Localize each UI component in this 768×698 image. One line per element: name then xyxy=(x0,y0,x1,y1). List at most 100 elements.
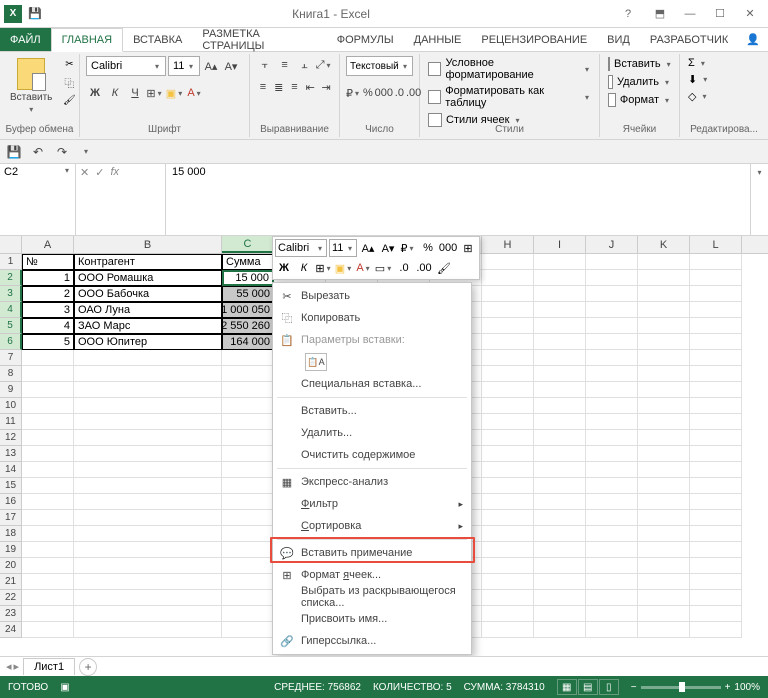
cell[interactable] xyxy=(482,318,534,334)
row-header[interactable]: 12 xyxy=(0,430,22,446)
cell[interactable] xyxy=(74,622,222,638)
cell[interactable] xyxy=(22,510,74,526)
bold-button[interactable]: Ж xyxy=(86,84,104,102)
cell[interactable] xyxy=(534,254,586,270)
cell[interactable] xyxy=(22,526,74,542)
view-page-layout-icon[interactable]: ▤ xyxy=(578,679,598,695)
cell[interactable] xyxy=(22,542,74,558)
cell[interactable] xyxy=(690,382,742,398)
minimize-icon[interactable]: — xyxy=(676,5,704,23)
cell[interactable] xyxy=(22,350,74,366)
cell[interactable] xyxy=(534,510,586,526)
cell[interactable] xyxy=(222,510,274,526)
row-header[interactable]: 7 xyxy=(0,350,22,366)
cell[interactable] xyxy=(222,526,274,542)
font-color-icon[interactable]: A▾ xyxy=(186,84,204,102)
cell[interactable] xyxy=(638,270,690,286)
cell[interactable] xyxy=(690,318,742,334)
cell[interactable] xyxy=(222,366,274,382)
cell[interactable] xyxy=(222,622,274,638)
cell[interactable] xyxy=(586,590,638,606)
tab-view[interactable]: ВИД xyxy=(597,28,640,51)
font-size-select[interactable]: 11▾ xyxy=(168,56,200,76)
ctx-cut[interactable]: ✂Вырезать xyxy=(273,285,471,307)
tab-home[interactable]: ГЛАВНАЯ xyxy=(51,28,123,52)
cell[interactable] xyxy=(222,590,274,606)
cut-icon[interactable]: ✂ xyxy=(60,56,78,72)
cell[interactable]: 3 xyxy=(22,302,74,318)
format-cells-button[interactable]: Формат▾ xyxy=(606,92,673,108)
row-header[interactable]: 24 xyxy=(0,622,22,638)
cell[interactable] xyxy=(690,446,742,462)
col-header-J[interactable]: J xyxy=(586,236,638,253)
cell[interactable] xyxy=(534,350,586,366)
fill-color-icon[interactable]: ▣▾ xyxy=(166,84,184,102)
mini-bold-button[interactable]: Ж xyxy=(275,259,293,277)
cell[interactable]: ООО Юпитер xyxy=(74,334,222,350)
zoom-slider[interactable] xyxy=(641,686,721,689)
zoom-out-button[interactable]: − xyxy=(631,682,637,693)
cell[interactable] xyxy=(638,622,690,638)
cell[interactable] xyxy=(22,414,74,430)
mini-italic-button[interactable]: К xyxy=(295,259,313,277)
cell[interactable] xyxy=(74,414,222,430)
font-name-select[interactable]: Calibri▾ xyxy=(86,56,166,76)
row-header[interactable]: 5 xyxy=(0,318,22,334)
row-header[interactable]: 15 xyxy=(0,478,22,494)
cell[interactable] xyxy=(586,382,638,398)
cell[interactable] xyxy=(586,286,638,302)
mini-dec-decimal-icon[interactable]: .0 xyxy=(395,259,413,277)
ctx-filter[interactable]: Фильтр▸ xyxy=(273,493,471,515)
cell[interactable] xyxy=(534,558,586,574)
cell[interactable] xyxy=(586,542,638,558)
row-header[interactable]: 13 xyxy=(0,446,22,462)
cell[interactable] xyxy=(222,446,274,462)
cell[interactable] xyxy=(586,478,638,494)
row-header[interactable]: 23 xyxy=(0,606,22,622)
cell[interactable] xyxy=(534,286,586,302)
cell[interactable] xyxy=(482,606,534,622)
cell[interactable] xyxy=(690,334,742,350)
mini-format-painter-icon[interactable]: 🖌 xyxy=(435,259,453,277)
row-header[interactable]: 10 xyxy=(0,398,22,414)
cell[interactable] xyxy=(690,254,742,270)
indent-dec-icon[interactable]: ⇤ xyxy=(303,78,317,96)
cell[interactable] xyxy=(690,494,742,510)
tab-file[interactable]: ФАЙЛ xyxy=(0,28,51,51)
col-header-A[interactable]: A xyxy=(22,236,74,253)
view-page-break-icon[interactable]: ▯ xyxy=(599,679,619,695)
worksheet-grid[interactable]: ABCDEFGHIJKL 123456789101112131415161718… xyxy=(0,236,768,656)
cell[interactable] xyxy=(482,366,534,382)
mini-font-color-icon[interactable]: A▾ xyxy=(355,259,373,277)
cell[interactable] xyxy=(222,494,274,510)
cell[interactable] xyxy=(586,366,638,382)
cell[interactable] xyxy=(74,542,222,558)
zoom-level[interactable]: 100% xyxy=(734,682,760,693)
cell[interactable] xyxy=(586,334,638,350)
ctx-define-name[interactable]: Присвоить имя... xyxy=(273,608,471,630)
cell[interactable] xyxy=(690,542,742,558)
qat-undo-button[interactable]: ↶ xyxy=(28,142,48,162)
cell[interactable]: Сумма xyxy=(222,254,274,270)
mini-inc-decimal-icon[interactable]: .00 xyxy=(415,259,433,277)
cell[interactable] xyxy=(74,494,222,510)
format-as-table-button[interactable]: Форматировать как таблицу▾ xyxy=(426,84,593,110)
insert-cells-button[interactable]: Вставить▾ xyxy=(606,56,673,72)
cell[interactable] xyxy=(638,574,690,590)
cell[interactable] xyxy=(534,414,586,430)
cell[interactable] xyxy=(74,574,222,590)
cell[interactable] xyxy=(482,478,534,494)
cell[interactable] xyxy=(534,622,586,638)
row-header[interactable]: 1 xyxy=(0,254,22,270)
cell[interactable]: Контрагент xyxy=(74,254,222,270)
cell[interactable]: 164 000 xyxy=(222,334,274,350)
cell[interactable] xyxy=(586,398,638,414)
cell[interactable] xyxy=(586,430,638,446)
cell[interactable] xyxy=(22,446,74,462)
cell[interactable] xyxy=(74,510,222,526)
cell[interactable] xyxy=(690,270,742,286)
autosum-button[interactable]: Σ▾ xyxy=(686,56,762,70)
cell[interactable] xyxy=(690,510,742,526)
cell[interactable] xyxy=(222,462,274,478)
cell[interactable] xyxy=(586,622,638,638)
